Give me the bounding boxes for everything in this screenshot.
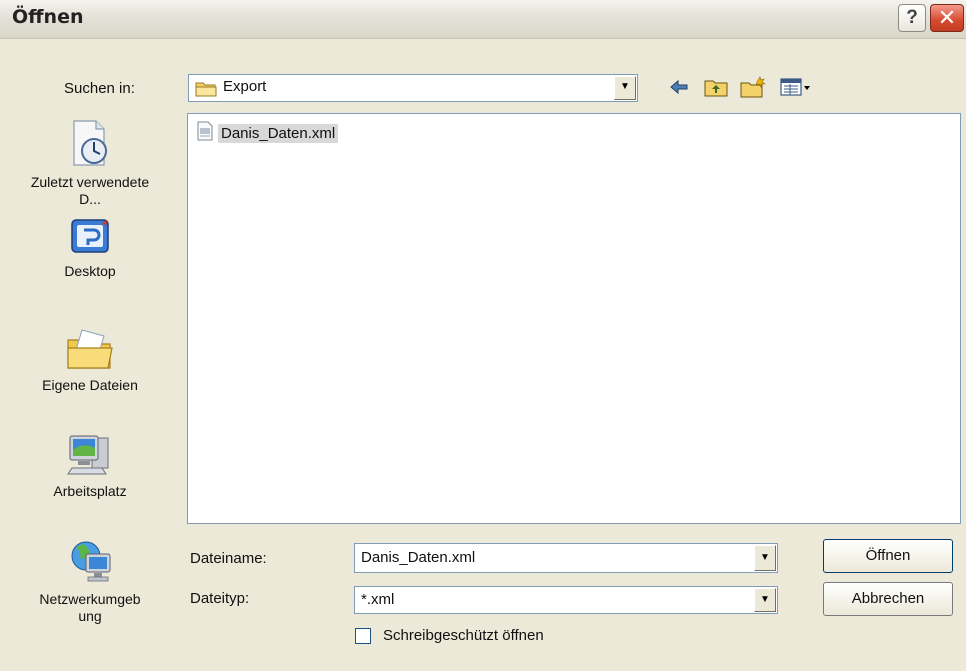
filetype-label: Dateityp: — [190, 590, 250, 607]
list-item[interactable]: Danis_Daten.xml — [196, 121, 339, 146]
place-my-computer[interactable]: Arbeitsplatz — [0, 432, 180, 500]
look-in-dropdown[interactable]: Export ▼ — [188, 74, 638, 102]
filename-value: Danis_Daten.xml — [361, 549, 476, 566]
cancel-button[interactable]: Abbrechen — [823, 582, 953, 616]
look-in-value: Export — [223, 78, 267, 95]
up-folder-icon[interactable] — [704, 76, 728, 100]
place-label: Arbeitsplatz — [53, 483, 127, 499]
recent-documents-icon — [66, 120, 114, 173]
dialog-title: Öffnen — [12, 6, 84, 28]
xml-file-icon — [196, 121, 214, 146]
filename-label: Dateiname: — [190, 550, 267, 567]
place-label: Desktop — [64, 263, 116, 279]
title-bar: Öffnen ? ✕ — [0, 0, 966, 39]
help-button[interactable]: ? — [898, 4, 926, 32]
chevron-down-icon[interactable]: ▼ — [614, 76, 636, 100]
file-name: Danis_Daten.xml — [218, 123, 339, 143]
new-folder-icon[interactable] — [740, 76, 766, 100]
filetype-dropdown[interactable]: *.xml ▼ — [354, 586, 778, 614]
place-recent[interactable]: Zuletzt verwendete D... — [0, 117, 180, 208]
view-menu-icon[interactable] — [780, 76, 814, 100]
place-desktop[interactable]: Desktop — [0, 216, 180, 280]
place-label: Netzwerkumgeb ung — [39, 591, 141, 624]
my-computer-icon — [66, 435, 114, 482]
chevron-down-icon[interactable]: ▼ — [754, 545, 776, 571]
look-in-label: Suchen in: — [64, 80, 135, 97]
open-button[interactable]: Öffnen — [823, 539, 953, 573]
close-button[interactable]: ✕ — [930, 4, 964, 32]
open-dialog: Öffnen ? ✕ Suchen in: Export ▼ Zuletzt v… — [0, 0, 966, 671]
folder-icon — [195, 79, 217, 102]
place-label: Eigene Dateien — [42, 377, 138, 393]
back-arrow-icon[interactable] — [668, 76, 690, 100]
desktop-icon — [68, 219, 112, 262]
readonly-label: Schreibgeschützt öffnen — [383, 627, 544, 644]
filename-input[interactable]: Danis_Daten.xml ▼ — [354, 543, 778, 573]
filetype-value: *.xml — [361, 591, 395, 608]
network-icon — [66, 541, 114, 590]
places-bar: Zuletzt verwendete D... Desktop Eigene D… — [0, 112, 180, 652]
my-documents-icon — [64, 329, 116, 376]
chevron-down-icon[interactable]: ▼ — [754, 588, 776, 612]
place-label: Zuletzt verwendete D... — [30, 174, 150, 207]
place-network[interactable]: Netzwerkumgeb ung — [0, 538, 180, 625]
readonly-checkbox[interactable] — [355, 628, 371, 644]
file-list[interactable]: Danis_Daten.xml — [187, 113, 961, 524]
place-my-documents[interactable]: Eigene Dateien — [0, 326, 180, 394]
